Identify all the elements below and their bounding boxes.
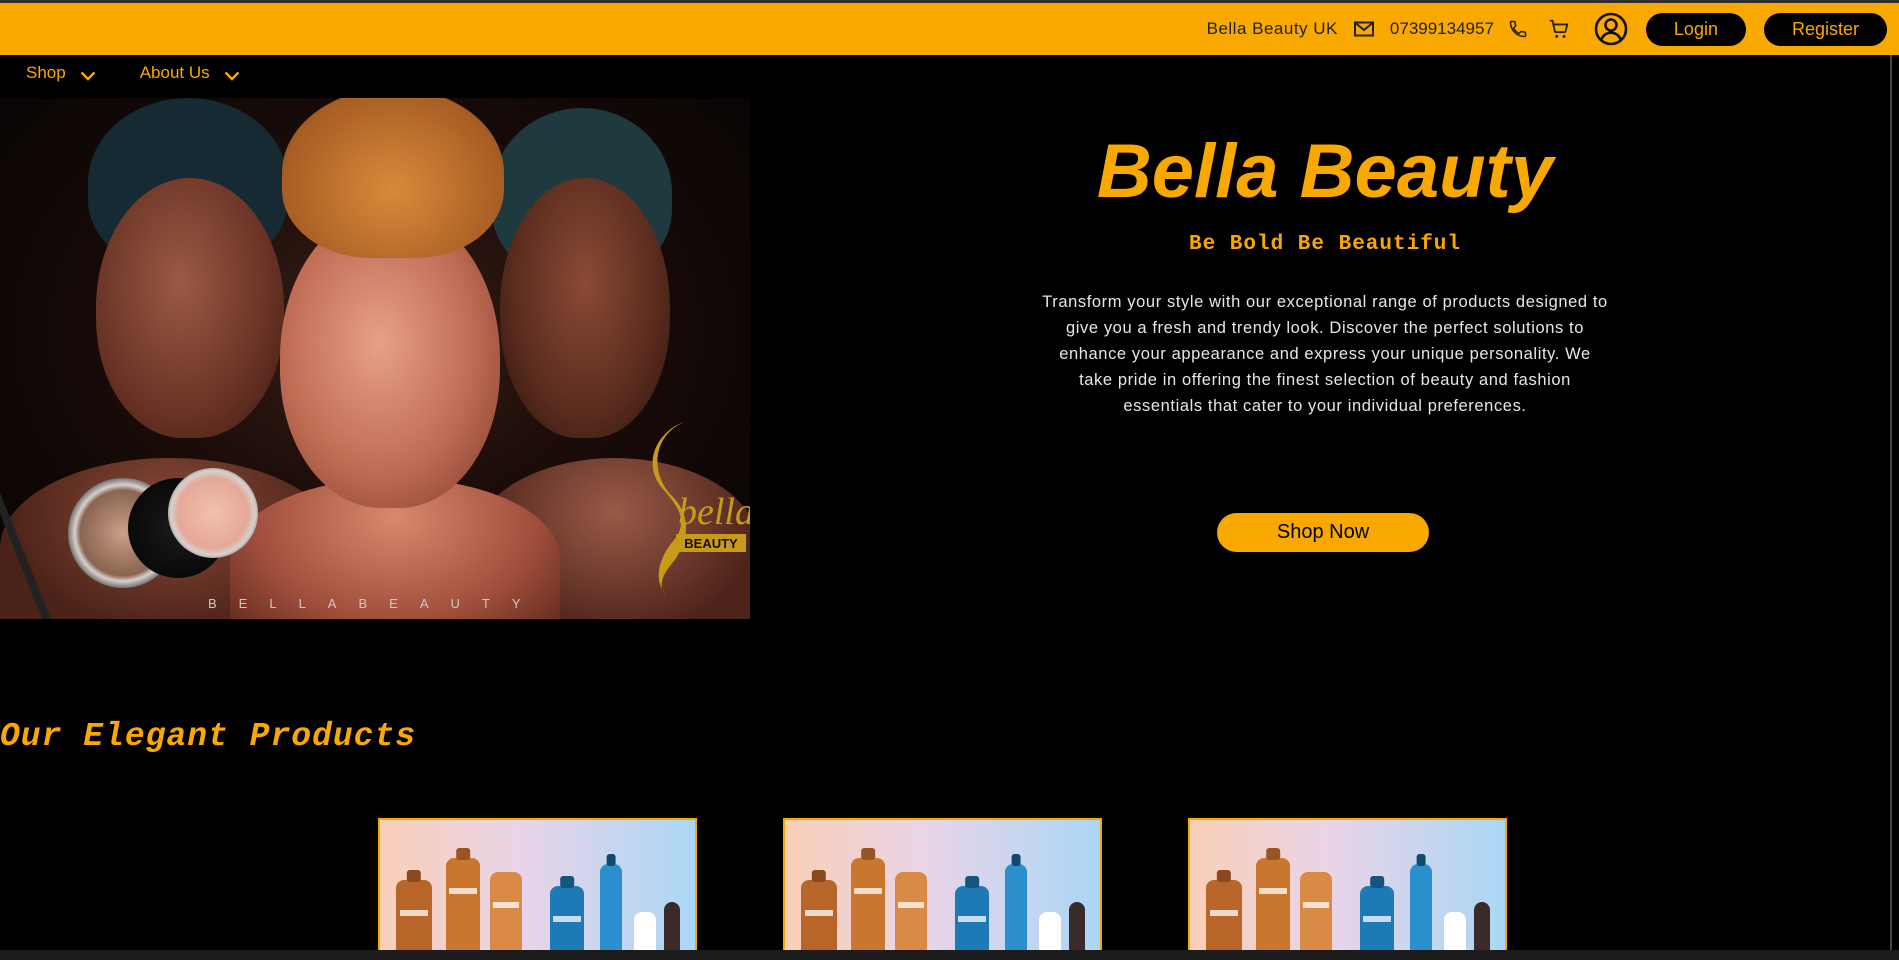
hero-tagline: Be Bold Be Beautiful	[1188, 233, 1462, 256]
hero-image-watermark: BELLABEAUTY	[208, 596, 543, 611]
product-card[interactable]	[783, 818, 1102, 960]
svg-text:BEAUTY: BEAUTY	[684, 536, 738, 551]
svg-text:bella: bella	[678, 491, 750, 533]
chevron-down-icon	[224, 66, 240, 86]
os-taskbar	[0, 950, 1899, 960]
hero-title: Bella Beauty	[1096, 129, 1554, 214]
shop-now-button[interactable]: Shop Now	[1217, 513, 1429, 552]
nav-item-about-us[interactable]: About Us	[140, 61, 240, 86]
cart-icon[interactable]	[1548, 18, 1570, 40]
products-section-title: Our Elegant Products	[0, 718, 417, 755]
main-nav: Shop About Us	[0, 58, 260, 88]
phone-icon[interactable]	[1508, 19, 1528, 39]
phone-number[interactable]: 07399134957	[1390, 19, 1494, 39]
brand-name: Bella Beauty UK	[1206, 19, 1338, 38]
chevron-down-icon	[80, 66, 96, 86]
mail-icon[interactable]	[1353, 21, 1374, 37]
top-header: Bella Beauty UK 07399134957 Login Regist…	[0, 0, 1899, 55]
nav-item-label: Shop	[26, 63, 66, 82]
header-actions: Bella Beauty UK 07399134957 Login Regist…	[1207, 3, 1899, 55]
bella-logo: bella BEAUTY	[632, 416, 750, 596]
register-button[interactable]: Register	[1763, 12, 1887, 46]
product-card[interactable]	[378, 818, 697, 960]
login-button[interactable]: Login	[1645, 12, 1746, 46]
hero-image: bella BEAUTY BELLABEAUTY	[0, 98, 750, 619]
nav-item-shop[interactable]: Shop	[26, 61, 96, 86]
page-scroll-edge	[1890, 55, 1899, 960]
nav-item-label: About Us	[139, 63, 210, 82]
account-icon[interactable]	[1594, 12, 1628, 46]
hero-description: Transform your style with our exceptiona…	[1042, 292, 1608, 415]
product-card[interactable]	[1188, 818, 1507, 960]
